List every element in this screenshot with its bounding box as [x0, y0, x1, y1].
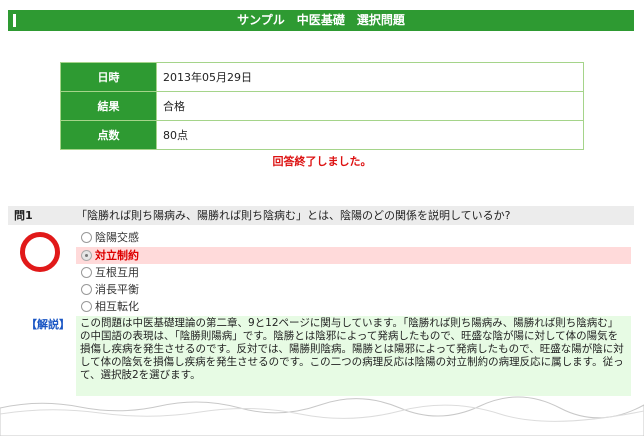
question-number: 問1 [14, 209, 33, 222]
radio-button[interactable] [81, 232, 92, 243]
radio-button[interactable] [81, 284, 92, 295]
radio-button[interactable] [81, 301, 92, 312]
correct-circle-icon [20, 232, 60, 272]
question-header: 問1 「陰勝れば則ち陽病み、陽勝れば則ち陰病む」とは、陰陽のどの関係を説明してい… [8, 206, 634, 225]
complete-message: 回答終了しました。 [272, 155, 372, 168]
result-outcome-label: 結果 [60, 91, 157, 121]
page-title-bar: サンプル 中医基礎 選択問題 [8, 10, 634, 31]
result-row-date: 日時 2013年05月29日 [60, 62, 584, 92]
result-score-label: 点数 [60, 120, 157, 150]
result-date-value: 2013年05月29日 [156, 62, 584, 92]
result-row-score: 点数 80点 [60, 120, 584, 150]
page-title: サンプル 中医基礎 選択問題 [237, 13, 405, 27]
choice-label: 消長平衡 [95, 283, 139, 296]
choice-item-4[interactable]: 消長平衡 [76, 281, 631, 298]
result-table: 日時 2013年05月29日 結果 合格 点数 80点 [60, 62, 584, 150]
choice-label: 相互転化 [95, 300, 139, 313]
result-score-value: 80点 [156, 120, 584, 150]
explanation-text: この問題は中医基礎理論の第二章、9と12ページに関与しています。「陰勝れば則ち陽… [76, 316, 631, 396]
question-text: 「陰勝れば則ち陽病み、陽勝れば則ち陰病む」とは、陰陽のどの関係を説明しているか? [76, 209, 511, 222]
explanation-label: 【解説】 [26, 318, 70, 331]
result-row-outcome: 結果 合格 [60, 91, 584, 121]
choice-item-5[interactable]: 相互転化 [76, 298, 631, 315]
choice-label: 陰陽交感 [95, 231, 139, 244]
choice-item-3[interactable]: 互根互用 [76, 264, 631, 281]
choice-item-1[interactable]: 陰陽交感 [76, 229, 631, 246]
radio-button[interactable] [81, 267, 92, 278]
title-bar-marker [13, 14, 16, 27]
torn-edge-decoration [0, 396, 644, 436]
choice-label: 対立制約 [95, 249, 139, 262]
choice-label: 互根互用 [95, 266, 139, 279]
result-date-label: 日時 [60, 62, 157, 92]
radio-button-selected[interactable] [81, 250, 92, 261]
result-outcome-value: 合格 [156, 91, 584, 121]
choice-item-2[interactable]: 対立制約 [76, 247, 631, 264]
